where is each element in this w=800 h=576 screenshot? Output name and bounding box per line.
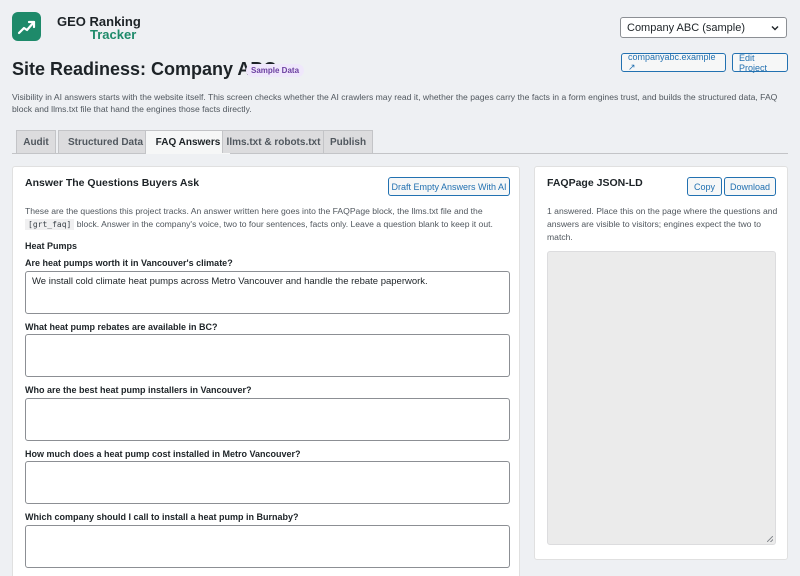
question-label: Which company should I call to install a… xyxy=(25,512,299,522)
shortcode: [grt_faq] xyxy=(25,219,75,230)
chevron-down-icon xyxy=(771,25,779,30)
intro-text: Visibility in AI answers starts with the… xyxy=(12,92,778,114)
site-link-button[interactable]: companyabc.example ↗ xyxy=(621,52,726,72)
tab-publish[interactable]: Publish xyxy=(323,130,373,153)
resize-handle[interactable] xyxy=(767,536,773,542)
tab-bar: Audit Structured Data FAQ Answers llms.t… xyxy=(12,130,788,154)
json-panel-description: 1 answered. Place this on the page where… xyxy=(547,206,778,242)
tab-llms-robots[interactable]: llms.txt & robots.txt xyxy=(222,130,325,153)
draft-answers-button[interactable]: Draft Empty Answers With AI xyxy=(388,177,510,196)
answer-textarea[interactable] xyxy=(25,461,510,504)
trend-up-icon xyxy=(17,20,35,34)
page-title: Site Readiness: Company ABC xyxy=(12,59,277,79)
faq-desc-text-1: These are the questions this project tra… xyxy=(25,206,483,216)
sample-data-badge: Sample Data xyxy=(246,64,305,77)
question-group-title: Heat Pumps xyxy=(25,241,78,251)
tab-structured-data[interactable]: Structured Data xyxy=(58,130,153,153)
tab-faq-answers[interactable]: FAQ Answers xyxy=(145,130,231,154)
faq-answers-panel: Answer The Questions Buyers Ask Draft Em… xyxy=(12,166,520,576)
faq-desc-text-2: block. Answer in the company's voice, tw… xyxy=(76,219,493,229)
answer-textarea[interactable]: We install cold climate heat pumps acros… xyxy=(25,271,510,314)
faq-panel-title: Answer The Questions Buyers Ask xyxy=(25,177,200,189)
json-ld-output[interactable] xyxy=(547,251,776,545)
app-logo xyxy=(12,12,41,41)
question-label: How much does a heat pump cost installed… xyxy=(25,449,301,459)
edit-project-button[interactable]: Edit Project xyxy=(732,53,788,73)
project-select[interactable]: Company ABC (sample) xyxy=(620,17,787,38)
question-label: Are heat pumps worth it in Vancouver's c… xyxy=(25,258,233,268)
faq-panel-description: These are the questions this project tra… xyxy=(25,205,505,231)
question-label: What heat pump rebates are available in … xyxy=(25,322,218,332)
copy-button[interactable]: Copy xyxy=(687,177,722,196)
app-subtitle: Tracker xyxy=(90,27,137,42)
question-label: Who are the best heat pump installers in… xyxy=(25,385,252,395)
json-panel-title: FAQPage JSON-LD xyxy=(547,177,643,189)
download-button[interactable]: Download xyxy=(724,177,776,196)
answer-textarea[interactable] xyxy=(25,398,510,441)
project-select-value: Company ABC (sample) xyxy=(627,21,745,34)
answer-textarea[interactable] xyxy=(25,525,510,568)
tab-audit[interactable]: Audit xyxy=(16,130,56,153)
answer-textarea[interactable] xyxy=(25,334,510,377)
json-ld-panel: FAQPage JSON-LD Copy Download 1 answered… xyxy=(534,166,788,560)
